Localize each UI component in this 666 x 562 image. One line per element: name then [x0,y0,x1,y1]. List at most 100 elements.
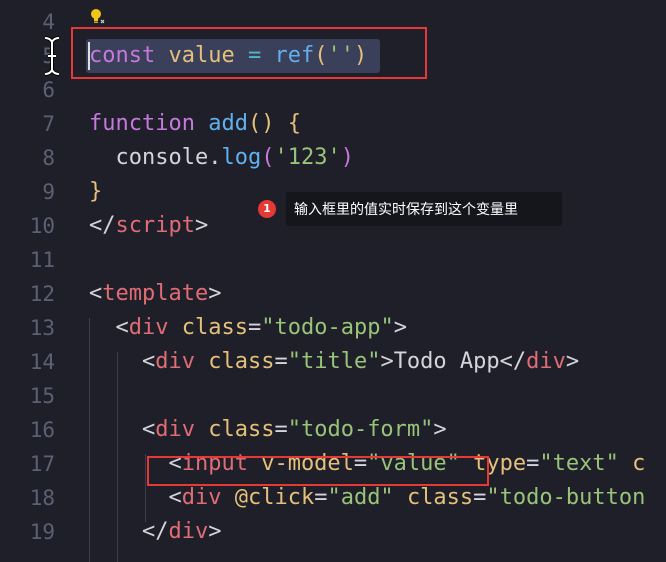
code-token: = [274,417,288,442]
code-token: template [102,281,209,306]
code-token: < [89,485,182,510]
code-line[interactable]: 11 [0,243,666,277]
text-cursor-icon [44,36,60,76]
code-token: </ [89,213,116,238]
code-token: class [208,349,275,374]
tooltip-text: 输入框里的值实时保存到这个变量里 [294,202,518,218]
code-line[interactable]: 16 <div class="todo-form"> [0,413,666,447]
code-token: < [89,315,129,340]
code-token: = [526,451,540,476]
code-token: div [168,519,209,544]
code-token: "todo-button [486,485,646,510]
line-number: 9 [42,180,55,204]
code-line[interactable]: 12 <template> [0,277,666,311]
code-token: log [221,145,262,170]
code-text: console.log('123') [89,141,354,175]
code-token: div [181,485,222,510]
annotation-tooltip: 输入框里的值实时保存到这个变量里 [286,192,562,226]
code-token: < [89,349,156,374]
line-number: 19 [29,520,55,544]
line-number: 7 [42,112,55,136]
code-token: div [155,417,195,442]
code-token: ) [340,145,354,170]
code-token: = [473,485,487,510]
line-number: 18 [29,486,55,510]
code-text: <template> [89,277,221,311]
code-line[interactable]: 15 [0,379,666,413]
code-text: <div @click="add" class="todo-button [89,481,645,515]
code-editor[interactable]: 4 5 const value = ref('') 6 7 function add() … [0,0,666,562]
code-token: '123' [274,145,341,170]
code-token: > [208,519,222,544]
line-number: 8 [42,146,55,170]
code-token: = [247,315,262,340]
line-number: 17 [29,452,55,476]
code-token: > [393,315,407,340]
code-text: </div> [89,515,222,549]
code-token: } [89,179,103,204]
code-line[interactable]: 18 <div @click="add" class="todo-button [0,481,666,515]
code-token: > [208,281,222,306]
code-token: div [128,315,169,340]
code-token: { [287,111,301,136]
code-token: add [208,111,248,136]
highlight-box-v-model [147,456,489,486]
code-text: function add() { [89,107,301,141]
code-token: > [380,349,394,374]
line-number: 13 [29,316,55,340]
annotation-badge: 1 [258,200,276,218]
code-token: div [526,349,566,374]
lightbulb-icon[interactable] [89,7,105,25]
code-text: <div class="todo-form"> [89,413,447,447]
code-token: Todo App [393,349,500,374]
code-token: </ [499,349,527,374]
code-token: "todo-form" [287,417,434,442]
code-token: > [565,349,580,374]
code-line[interactable]: 7 function add() { [0,107,666,141]
code-token: . [208,145,222,170]
code-line[interactable]: 8 console.log('123') [0,141,666,175]
code-line[interactable]: 19 </div> [0,515,666,549]
code-token: console [89,145,209,170]
code-token: div [155,349,195,374]
code-line[interactable]: 13 <div class="todo-app"> [0,311,666,345]
line-number: 6 [42,78,55,102]
code-text: </script> [89,209,208,243]
line-number: 16 [29,418,55,442]
code-token: function [89,111,195,136]
code-token: () [247,111,275,136]
code-token: "text" [539,451,619,476]
code-token: class [406,485,474,510]
code-token: class [181,315,248,340]
code-token: </ [89,519,169,544]
code-token: class [208,417,275,442]
code-token: < [89,417,156,442]
code-text: <div class="title">Todo App</div> [89,345,579,379]
code-token: < [89,281,103,306]
line-number: 15 [29,384,55,408]
code-token: = [314,485,328,510]
code-token: script [115,213,195,238]
code-token: ( [261,145,275,170]
line-number: 12 [29,282,55,306]
code-text: <div class="todo-app"> [89,311,407,345]
line-number: 4 [42,10,55,34]
code-token: "todo-app" [261,315,394,340]
highlight-box-const-value [71,27,427,79]
code-token: > [194,213,209,238]
code-token: "add" [327,485,394,510]
line-number: 11 [29,248,55,272]
code-token: = [274,349,288,374]
code-token: "title" [287,349,381,374]
code-line[interactable]: 14 <div class="title">Todo App</div> [0,345,666,379]
code-token: @click [234,485,315,510]
line-number: 14 [29,350,55,374]
line-number: 10 [29,214,55,238]
